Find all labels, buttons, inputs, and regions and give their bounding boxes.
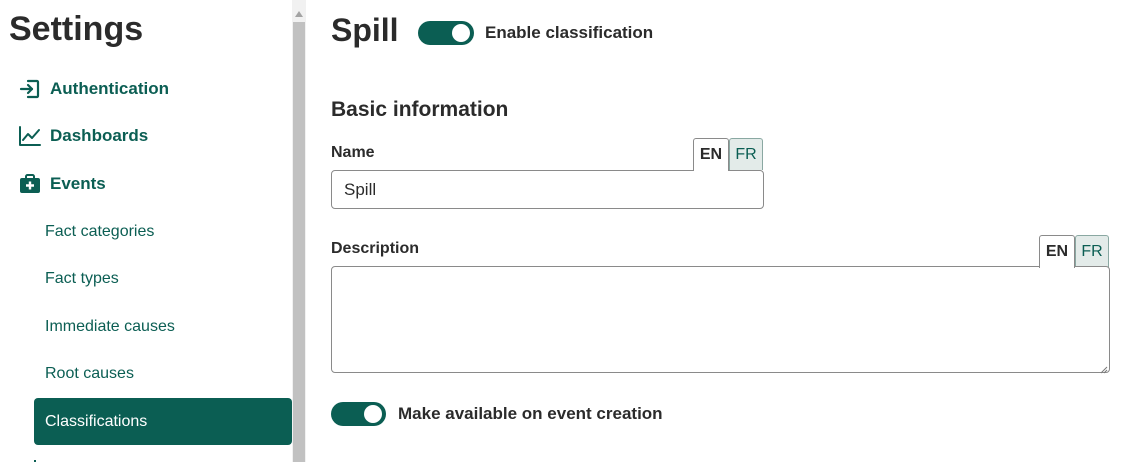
medkit-icon xyxy=(18,172,42,196)
event-creation-toggle[interactable] xyxy=(331,402,386,426)
sidebar-title: Settings xyxy=(9,10,144,48)
scrollbar-thumb[interactable] xyxy=(293,22,305,462)
sidebar-item-label: Authentication xyxy=(50,79,169,98)
description-label: Description xyxy=(331,240,420,257)
sidebar-item-label: Dashboards xyxy=(50,126,149,145)
sign-in-icon xyxy=(18,77,42,101)
name-lang-tab-fr[interactable]: FR xyxy=(729,138,763,170)
sidebar-subitem-fact-types[interactable]: Fact types xyxy=(45,267,119,291)
sidebar-item-label: Events xyxy=(50,174,106,193)
sidebar-subitem-fact-categories[interactable]: Fact categories xyxy=(45,220,154,244)
sidebar-subitem-immediate-causes[interactable]: Immediate causes xyxy=(45,315,175,339)
sidebar-item-authentication[interactable]: Authentication xyxy=(18,74,169,104)
toggle-knob xyxy=(364,405,382,423)
sidebar-item-events[interactable]: Events xyxy=(18,169,106,199)
name-label: Name xyxy=(331,144,375,161)
enable-classification-toggle[interactable] xyxy=(418,21,474,45)
sidebar-next-item-icon[interactable] xyxy=(18,455,40,462)
line-chart-icon xyxy=(18,124,42,148)
page-title: Spill xyxy=(331,12,399,48)
sidebar-subitem-classifications[interactable]: Classifications xyxy=(34,398,292,445)
section-title: Basic information xyxy=(331,98,509,121)
description-lang-tab-en[interactable]: EN xyxy=(1039,235,1075,268)
toggle-knob xyxy=(452,24,470,42)
name-input[interactable] xyxy=(331,170,764,209)
classification-form: Spill Enable classification Basic inform… xyxy=(306,0,1125,462)
sidebar-scrollbar[interactable] xyxy=(292,0,306,462)
name-lang-tab-en[interactable]: EN xyxy=(693,138,729,171)
sidebar-item-dashboards[interactable]: Dashboards xyxy=(18,121,148,151)
sidebar-subitem-root-causes[interactable]: Root causes xyxy=(45,362,134,386)
description-lang-tab-fr[interactable]: FR xyxy=(1075,235,1109,267)
textarea-resize-grip-icon[interactable] xyxy=(1098,361,1108,374)
settings-sidebar: Settings Authentication Dashboards Event… xyxy=(0,0,292,462)
enable-classification-label: Enable classification xyxy=(485,23,654,42)
event-creation-label: Make available on event creation xyxy=(398,404,663,423)
scroll-up-arrow-icon[interactable] xyxy=(292,8,306,20)
description-textarea[interactable] xyxy=(331,266,1110,373)
